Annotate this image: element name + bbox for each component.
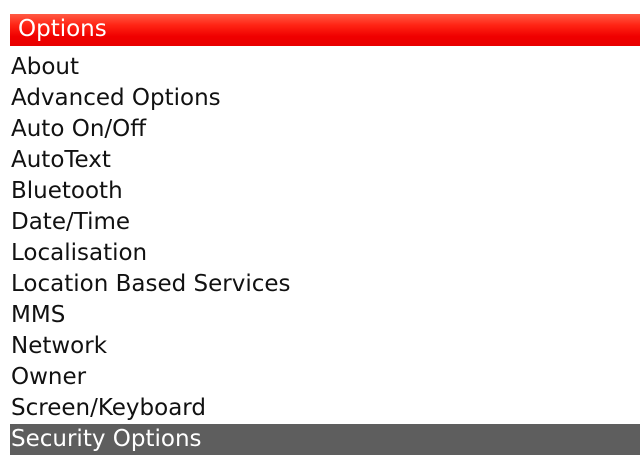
menu-item-screen-keyboard[interactable]: Screen/Keyboard [10,393,640,424]
menu-item-network[interactable]: Network [10,331,640,362]
title-bar: Options [10,14,640,46]
menu-item-localisation[interactable]: Localisation [10,238,640,269]
menu-item-mms[interactable]: MMS [10,300,640,331]
menu-item-date-time[interactable]: Date/Time [10,207,640,238]
options-menu-list: About Advanced Options Auto On/Off AutoT… [10,52,640,455]
menu-item-bluetooth[interactable]: Bluetooth [10,176,640,207]
options-screen: ▔▔▔▔▔▔▔▔ Options About Advanced Options … [0,0,640,465]
menu-item-owner[interactable]: Owner [10,362,640,393]
status-strip: ▔▔▔▔▔▔▔▔ [0,0,640,14]
menu-item-about[interactable]: About [10,52,640,83]
menu-item-advanced-options[interactable]: Advanced Options [10,83,640,114]
menu-item-location-based-services[interactable]: Location Based Services [10,269,640,300]
screen-title: Options [18,16,107,42]
cropped-status-text: ▔▔▔▔▔▔▔▔ [225,0,376,12]
menu-item-autotext[interactable]: AutoText [10,145,640,176]
menu-item-security-options[interactable]: Security Options [10,424,640,455]
menu-item-auto-on-off[interactable]: Auto On/Off [10,114,640,145]
